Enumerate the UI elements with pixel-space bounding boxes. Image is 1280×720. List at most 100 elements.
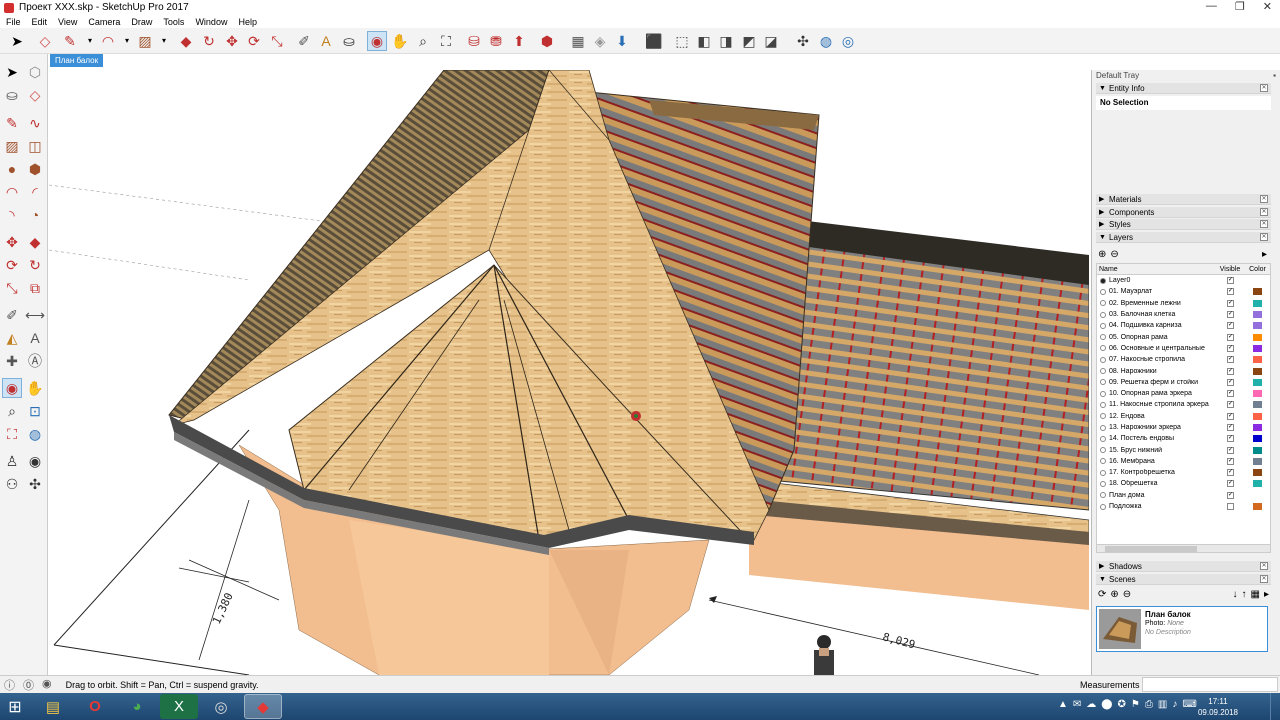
protractor-icon[interactable]: ◭ — [2, 328, 22, 348]
delete-layer-icon[interactable]: ⊖ — [1110, 249, 1118, 260]
push-pull-tool-icon[interactable]: ◆ — [176, 31, 196, 51]
layer-name[interactable]: 11. Накосные стропила эркера — [1109, 401, 1216, 408]
layer-visible-checkbox[interactable]: ✓ — [1226, 356, 1234, 364]
scene-card[interactable]: План балок Photo: None No Description — [1096, 606, 1268, 652]
tray-icon-1[interactable]: ▲ — [1058, 699, 1068, 710]
layer-name[interactable]: 12. Ендова — [1109, 413, 1216, 420]
rotated-rectangle-icon[interactable]: ◫ — [25, 136, 45, 156]
layer-color-swatch[interactable] — [1253, 424, 1263, 431]
layer-color-swatch[interactable] — [1253, 503, 1263, 511]
layer-row[interactable]: 07. Накосные стропила ✓ — [1097, 354, 1270, 365]
layer-color-swatch[interactable] — [1253, 480, 1263, 488]
layer-color-swatch[interactable] — [1253, 333, 1263, 341]
shape-dropdown-icon[interactable]: ▾ — [154, 31, 174, 51]
rectangle-tool-icon[interactable]: ▨ — [135, 31, 155, 51]
layer-color-swatch[interactable] — [1253, 446, 1263, 454]
two-point-arc-icon[interactable]: ◜ — [25, 182, 45, 202]
close-panel-icon[interactable]: ✕ — [1260, 195, 1268, 203]
layer-name[interactable]: 04. Подшивка карниза — [1109, 322, 1216, 329]
rotate-icon[interactable]: ⟳ — [2, 255, 22, 275]
move-scene-up-icon[interactable]: ↑ — [1242, 589, 1247, 600]
walk-icon[interactable]: ⚇ — [2, 474, 22, 494]
pan-icon[interactable]: ✋ — [25, 378, 45, 398]
layer-row[interactable]: 11. Накосные стропила эркера ✓ — [1097, 399, 1270, 410]
layer-row[interactable]: 04. Подшивка карниза ✓ — [1097, 320, 1270, 331]
obs-icon[interactable]: ◎ — [202, 694, 240, 719]
tray-icon-2[interactable]: ✉ — [1073, 699, 1081, 710]
layer-name[interactable]: 13. Нарожники эркера — [1109, 424, 1216, 431]
active-layer-radio[interactable] — [1100, 458, 1106, 465]
components-panel-header[interactable]: ▶ Components ✕ — [1096, 207, 1271, 218]
active-layer-radio[interactable] — [1100, 334, 1106, 341]
layer-visible-checkbox[interactable]: ✓ — [1226, 424, 1234, 431]
materials-panel-header[interactable]: ▶ Materials ✕ — [1096, 194, 1271, 205]
3d-text-icon[interactable]: Ⓐ — [25, 351, 45, 371]
user-icon[interactable]: ◉ — [42, 677, 52, 693]
layer-visible-checkbox[interactable]: ✓ — [1226, 333, 1234, 341]
active-layer-radio[interactable] — [1100, 413, 1106, 420]
active-layer-radio[interactable] — [1100, 356, 1106, 363]
text-icon[interactable]: A — [25, 328, 45, 348]
layer-name[interactable]: 02. Временные лежни — [1109, 300, 1216, 307]
active-layer-radio[interactable] — [1100, 379, 1106, 386]
three-point-arc-icon[interactable]: ◝ — [2, 205, 22, 225]
position-camera-icon-left[interactable]: ♙ — [2, 451, 22, 471]
chrome-icon[interactable]: ◕ — [118, 694, 156, 719]
layer-color-swatch[interactable] — [1253, 344, 1263, 352]
layer-name[interactable]: 16. Мембрана — [1109, 458, 1216, 465]
scene-tab-plan-balok[interactable]: План балок — [50, 54, 104, 67]
windows-start-icon[interactable]: ⊞ — [0, 693, 30, 720]
minimize-button[interactable]: — — [1206, 0, 1217, 13]
layers-details-icon[interactable]: ▸ — [1262, 249, 1267, 260]
roof-model-drawing[interactable]: 1,380 8,029 — [49, 70, 1089, 675]
column-name[interactable]: Name — [1097, 266, 1215, 273]
layer-color-swatch[interactable] — [1253, 469, 1263, 477]
close-panel-icon[interactable]: ✕ — [1260, 84, 1268, 92]
close-panel-icon[interactable]: ✕ — [1260, 562, 1268, 570]
layer-visible-checkbox[interactable]: ✓ — [1226, 378, 1234, 386]
follow-me-icon[interactable]: ↻ — [25, 255, 45, 275]
arc-tool-icon[interactable]: ◠ — [98, 31, 118, 51]
select-tool-icon[interactable]: ➤ — [7, 31, 27, 51]
share-model-icon[interactable]: ⬆ — [509, 31, 529, 51]
layers-horizontal-scrollbar[interactable] — [1096, 544, 1271, 553]
keyboard-layout-icon[interactable]: ⌨ — [1182, 699, 1196, 710]
offset-icon[interactable]: ⧉ — [25, 278, 45, 298]
layer-visible-checkbox[interactable]: ✓ — [1226, 469, 1234, 477]
layer-name[interactable]: 05. Опорная рама — [1109, 334, 1216, 341]
close-panel-icon[interactable]: ✕ — [1260, 233, 1268, 241]
active-layer-radio[interactable] — [1100, 469, 1106, 476]
zoom-tool-icon[interactable]: ⌕ — [413, 31, 433, 51]
left-view-icon[interactable]: ◪ — [761, 31, 781, 51]
entity-info-header[interactable]: ▼ Entity Info ✕ — [1096, 83, 1271, 94]
layer-name[interactable]: 14. Постель ендовы — [1109, 435, 1216, 442]
pie-icon[interactable]: ◔ — [25, 205, 45, 225]
push-pull-icon[interactable]: ◆ — [25, 232, 45, 252]
line-dropdown-icon[interactable]: ▾ — [80, 31, 100, 51]
layer-visible-checkbox[interactable]: ✓ — [1226, 344, 1234, 352]
remove-scene-icon[interactable]: ⊖ — [1123, 589, 1131, 600]
walk-tool-icon[interactable]: ✣ — [793, 31, 813, 51]
layer-name[interactable]: 17. Контробрешетка — [1109, 469, 1216, 476]
orbit-tool-icon[interactable]: ◉ — [367, 31, 387, 51]
layer-color-swatch[interactable] — [1253, 435, 1263, 443]
layer-row[interactable]: 14. Постель ендовы ✓ — [1097, 433, 1270, 444]
axes-icon[interactable]: ✚ — [2, 351, 22, 371]
section-icon[interactable]: ✣ — [25, 474, 45, 494]
active-layer-radio[interactable] — [1100, 447, 1106, 454]
layer-row[interactable]: 08. Нарожники ✓ — [1097, 365, 1270, 376]
file-explorer-icon[interactable]: ▤ — [34, 694, 72, 719]
tray-icon-5[interactable]: ✪ — [1118, 699, 1126, 710]
tray-icon-3[interactable]: ☁ — [1086, 699, 1096, 710]
text-tool-icon[interactable]: A — [316, 31, 336, 51]
active-layer-radio[interactable] — [1100, 300, 1106, 307]
paint-icon[interactable]: ⛀ — [2, 85, 22, 105]
layer-visible-checkbox[interactable]: ✓ — [1226, 480, 1234, 488]
tray-icon-7[interactable]: ⎙ — [1145, 699, 1153, 710]
layer-color-swatch[interactable] — [1253, 356, 1263, 364]
orbit-icon[interactable]: ◉ — [2, 378, 22, 398]
excel-icon[interactable]: X — [160, 694, 198, 719]
layer-color-swatch[interactable] — [1253, 299, 1263, 307]
layer-color-swatch[interactable] — [1253, 311, 1263, 319]
move-scene-down-icon[interactable]: ↓ — [1233, 589, 1238, 600]
